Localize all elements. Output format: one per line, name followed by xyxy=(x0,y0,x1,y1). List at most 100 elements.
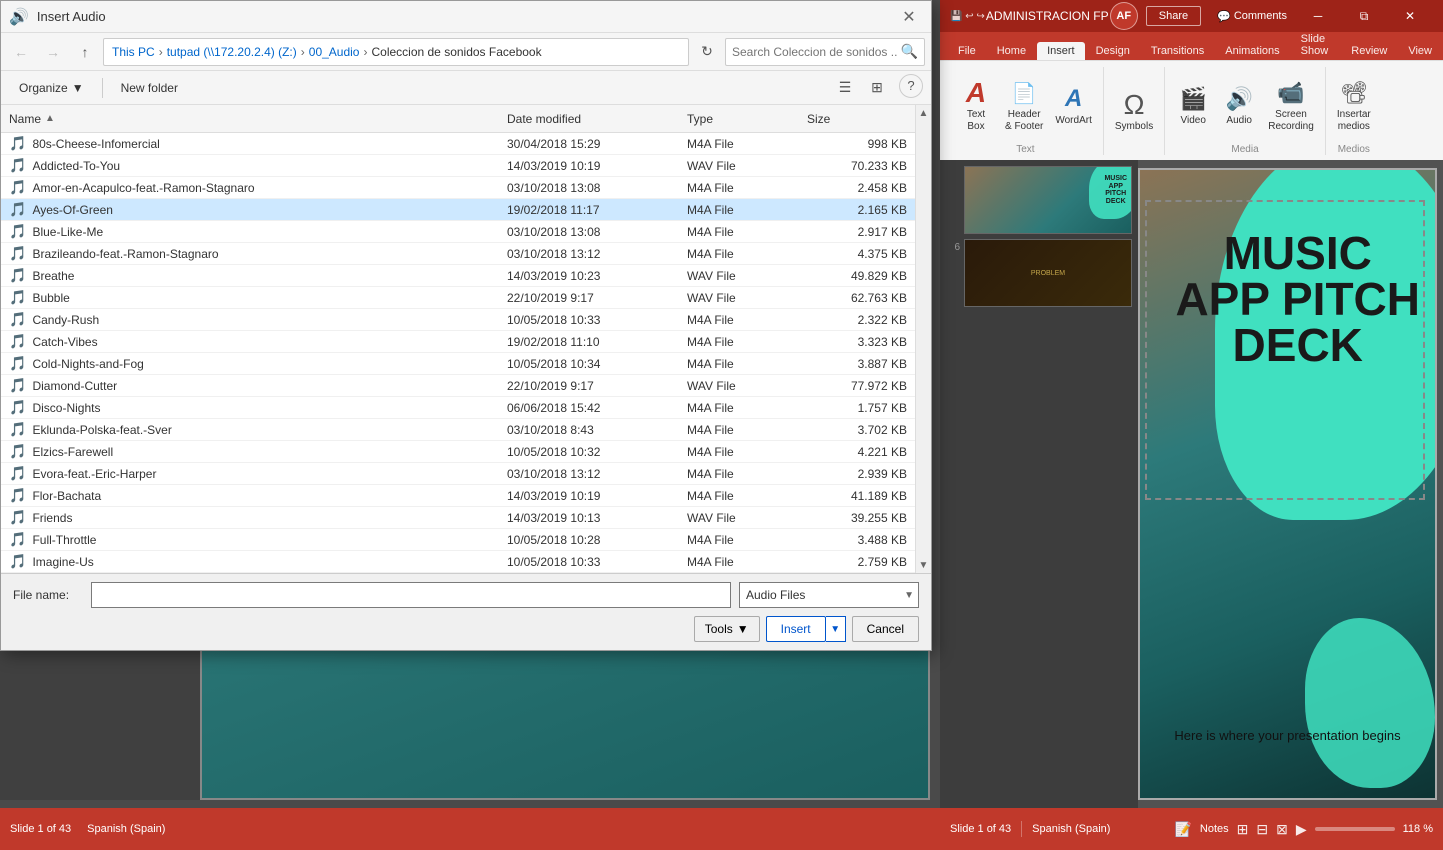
tab-design[interactable]: Design xyxy=(1086,42,1140,60)
file-row[interactable]: 🎵 Bubble 22/10/2019 9:17 WAV File 62.763… xyxy=(1,287,915,309)
cancel-button[interactable]: Cancel xyxy=(852,616,919,642)
file-name-cell: 🎵 Disco-Nights xyxy=(9,399,507,416)
insert-dropdown-arrow[interactable]: ▼ xyxy=(826,616,846,642)
wordart-button[interactable]: A WordArt xyxy=(1050,79,1097,131)
zoom-slider[interactable] xyxy=(1315,827,1395,831)
tab-home[interactable]: Home xyxy=(987,42,1036,60)
file-audio-icon: 🎵 xyxy=(9,267,26,284)
file-date: 22/10/2019 9:17 xyxy=(507,291,687,305)
breadcrumb-this-pc[interactable]: This PC xyxy=(112,45,155,59)
view-normal-icon[interactable]: ⊞ xyxy=(1237,821,1249,838)
insertar-medios-button[interactable]: 📽 Insertarmedios xyxy=(1332,73,1376,137)
insert-button[interactable]: Insert xyxy=(766,616,826,642)
new-folder-button[interactable]: New folder xyxy=(111,78,188,98)
restore-button[interactable]: ⧉ xyxy=(1341,0,1387,32)
status-language: Spanish (Spain) xyxy=(87,823,165,835)
file-row[interactable]: 🎵 Evora-feat.-Eric-Harper 03/10/2018 13:… xyxy=(1,463,915,485)
footer-row2: Tools ▼ Insert ▼ Cancel xyxy=(13,616,919,642)
file-date: 10/05/2018 10:34 xyxy=(507,357,687,371)
tab-transitions[interactable]: Transitions xyxy=(1141,42,1214,60)
file-row[interactable]: 🎵 Amor-en-Acapulco-feat.-Ramon-Stagnaro … xyxy=(1,177,915,199)
file-dialog: 🔊 Insert Audio ✕ ← → ↑ This PC › tutpad … xyxy=(0,0,940,640)
close-button[interactable]: ✕ xyxy=(1387,0,1433,32)
file-row[interactable]: 🎵 Brazileando-feat.-Ramon-Stagnaro 03/10… xyxy=(1,243,915,265)
file-row[interactable]: 🎵 Flor-Bachata 14/03/2019 10:19 M4A File… xyxy=(1,485,915,507)
file-row[interactable]: 🎵 Diamond-Cutter 22/10/2019 9:17 WAV Fil… xyxy=(1,375,915,397)
nav-refresh-button[interactable]: ↻ xyxy=(693,38,721,66)
tab-slideshow[interactable]: Slide Show xyxy=(1291,30,1341,60)
dialog-close-button[interactable]: ✕ xyxy=(895,3,923,31)
header-footer-button[interactable]: 📄 Header& Footer xyxy=(1000,73,1048,137)
tab-file[interactable]: File xyxy=(948,42,986,60)
scroll-down-button[interactable]: ▼ xyxy=(919,557,929,573)
tab-insert[interactable]: Insert xyxy=(1037,42,1085,60)
tab-review[interactable]: Review xyxy=(1341,42,1397,60)
file-name-text: Catch-Vibes xyxy=(32,335,97,349)
notes-button[interactable]: 📝 xyxy=(1174,821,1191,838)
screen-recording-button[interactable]: 📹 ScreenRecording xyxy=(1263,73,1319,137)
file-row[interactable]: 🎵 Friends 14/03/2019 10:13 WAV File 39.2… xyxy=(1,507,915,529)
file-name-text: Friends xyxy=(32,511,72,525)
view-reading-icon[interactable]: ⊠ xyxy=(1276,821,1288,838)
view-presentation-icon[interactable]: ▶ xyxy=(1296,821,1307,838)
nav-back-button[interactable]: ← xyxy=(7,38,35,66)
file-type: M4A File xyxy=(687,335,807,349)
col-type-header[interactable]: Type xyxy=(687,112,807,126)
organize-button[interactable]: Organize ▼ xyxy=(9,78,94,98)
file-name-input[interactable] xyxy=(91,582,731,608)
share-button[interactable]: Share xyxy=(1146,6,1201,26)
file-row[interactable]: 🎵 Elzics-Farewell 10/05/2018 10:32 M4A F… xyxy=(1,441,915,463)
file-date: 19/02/2018 11:17 xyxy=(507,203,687,217)
help-button[interactable]: ? xyxy=(899,74,923,98)
file-audio-icon: 🎵 xyxy=(9,465,26,482)
user-avatar[interactable]: AF xyxy=(1110,2,1138,30)
file-row[interactable]: 🎵 80s-Cheese-Infomercial 30/04/2018 15:2… xyxy=(1,133,915,155)
file-row[interactable]: 🎵 Eklunda-Polska-feat.-Sver 03/10/2018 8… xyxy=(1,419,915,441)
col-name-header[interactable]: Name ▲ xyxy=(9,112,507,126)
file-row[interactable]: 🎵 Blue-Like-Me 03/10/2018 13:08 M4A File… xyxy=(1,221,915,243)
tab-view[interactable]: View xyxy=(1398,42,1442,60)
nav-up-button[interactable]: ↑ xyxy=(71,38,99,66)
view-slide-sorter-icon[interactable]: ⊟ xyxy=(1256,821,1268,838)
file-row[interactable]: 🎵 Full-Throttle 10/05/2018 10:28 M4A Fil… xyxy=(1,529,915,551)
file-row[interactable]: 🎵 Addicted-To-You 14/03/2019 10:19 WAV F… xyxy=(1,155,915,177)
scroll-up-button[interactable]: ▲ xyxy=(919,105,929,121)
file-type-select[interactable]: Audio Files ▼ xyxy=(739,582,919,608)
file-row[interactable]: 🎵 Candy-Rush 10/05/2018 10:33 M4A File 2… xyxy=(1,309,915,331)
slide-item-6[interactable]: 6 PROBLEM xyxy=(946,239,1132,307)
sort-arrow: ▲ xyxy=(45,113,55,124)
file-row[interactable]: 🎵 Cold-Nights-and-Fog 10/05/2018 10:34 M… xyxy=(1,353,915,375)
search-input[interactable] xyxy=(732,45,897,59)
view-list-button[interactable]: ☰ xyxy=(831,74,859,102)
status-sep1 xyxy=(1021,821,1022,837)
file-row[interactable]: 🎵 Catch-Vibes 19/02/2018 11:10 M4A File … xyxy=(1,331,915,353)
breadcrumb-drive[interactable]: tutpad (\\172.20.2.4) (Z:) xyxy=(167,45,297,59)
symbols-button[interactable]: Ω Symbols xyxy=(1110,85,1158,137)
slide-1-thumbnail[interactable]: MUSICAPPPITCHDECK xyxy=(964,166,1132,234)
file-size: 77.972 KB xyxy=(807,379,907,393)
comments-button[interactable]: 💬 Comments xyxy=(1209,7,1295,26)
file-type: M4A File xyxy=(687,247,807,261)
organize-label: Organize xyxy=(19,81,68,95)
file-date: 14/03/2019 10:13 xyxy=(507,511,687,525)
minimize-button[interactable]: ─ xyxy=(1295,0,1341,32)
file-row[interactable]: 🎵 Breathe 14/03/2019 10:23 WAV File 49.8… xyxy=(1,265,915,287)
slide-item-1[interactable]: MUSICAPPPITCHDECK xyxy=(946,166,1132,234)
file-row[interactable]: 🎵 Imagine-Us 10/05/2018 10:33 M4A File 2… xyxy=(1,551,915,573)
tab-animations[interactable]: Animations xyxy=(1215,42,1289,60)
scrollbar[interactable]: ▲ ▼ xyxy=(915,105,931,573)
file-row[interactable]: 🎵 Ayes-Of-Green 19/02/2018 11:17 M4A Fil… xyxy=(1,199,915,221)
audio-button[interactable]: 🔊 Audio xyxy=(1217,79,1261,131)
file-date: 03/10/2018 13:08 xyxy=(507,181,687,195)
view-details-button[interactable]: ⊞ xyxy=(863,74,891,102)
nav-forward-button[interactable]: → xyxy=(39,38,67,66)
textbox-button[interactable]: A TextBox xyxy=(954,73,998,137)
col-date-header[interactable]: Date modified xyxy=(507,112,687,126)
col-size-header[interactable]: Size xyxy=(807,112,907,126)
file-row[interactable]: 🎵 Disco-Nights 06/06/2018 15:42 M4A File… xyxy=(1,397,915,419)
video-button[interactable]: 🎬 Video xyxy=(1171,79,1215,131)
slide-6-thumbnail[interactable]: PROBLEM xyxy=(964,239,1132,307)
file-name-cell: 🎵 Imagine-Us xyxy=(9,553,507,570)
tools-button[interactable]: Tools ▼ xyxy=(694,616,760,642)
breadcrumb-audio-folder[interactable]: 00_Audio xyxy=(309,45,360,59)
